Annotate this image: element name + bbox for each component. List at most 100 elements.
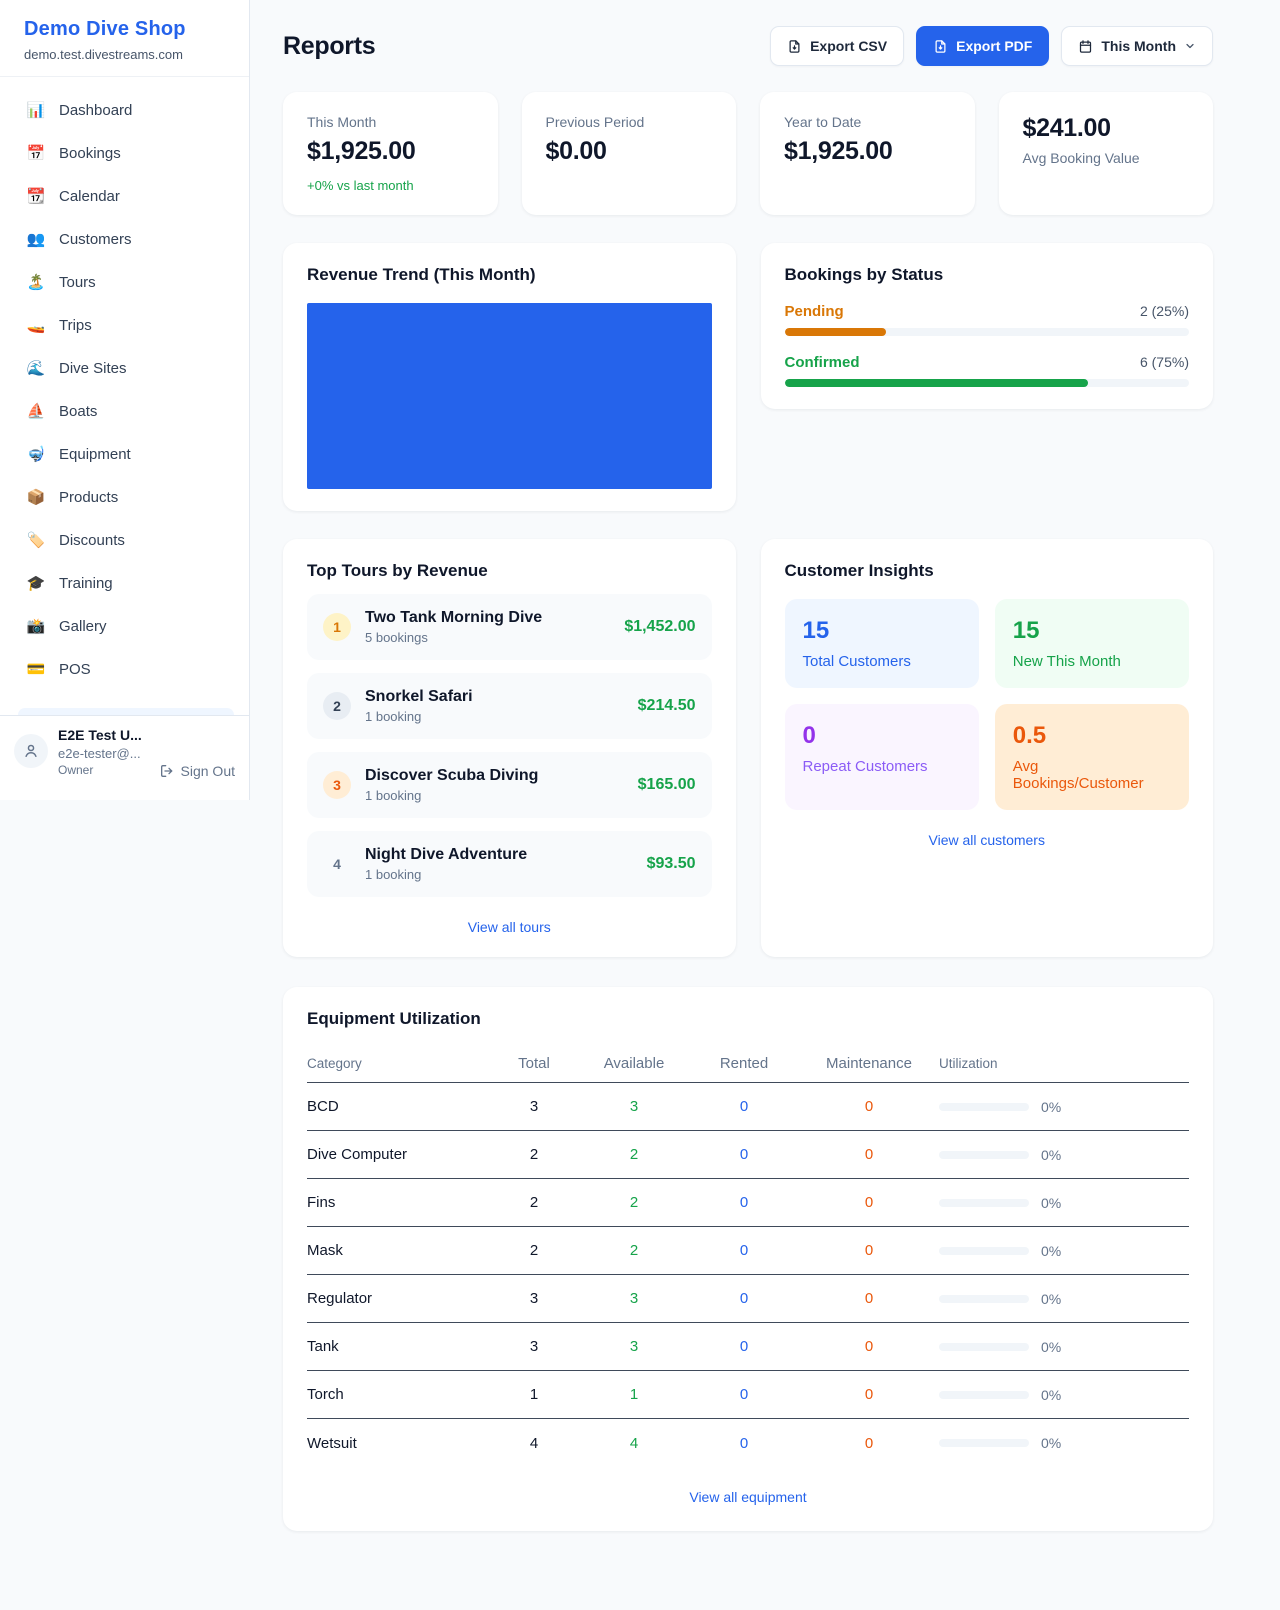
cell-rented: 0 — [689, 1290, 799, 1307]
period-dropdown[interactable]: This Month — [1061, 26, 1213, 66]
gallery-icon: 📸 — [26, 617, 46, 635]
revenue-trend-card: Revenue Trend (This Month) — [283, 243, 736, 511]
sidebar-item-dashboard[interactable]: 📊Dashboard — [12, 91, 237, 129]
cell-total: 3 — [489, 1338, 579, 1355]
cell-rented: 0 — [689, 1146, 799, 1163]
sidebar-item-label: Dashboard — [59, 102, 132, 119]
trips-icon: 🚤 — [26, 316, 46, 334]
rank-badge: 3 — [323, 771, 351, 799]
cell-maintenance: 0 — [799, 1290, 939, 1307]
discounts-icon: 🏷️ — [26, 531, 46, 549]
cell-available: 3 — [579, 1098, 689, 1115]
customer-insights-card: Customer Insights 15 Total Customers 15 … — [761, 539, 1214, 957]
shop-domain: demo.test.divestreams.com — [24, 47, 225, 62]
progress-track — [785, 379, 1190, 387]
sidebar-item-gallery[interactable]: 📸Gallery — [12, 607, 237, 645]
tour-row: 1 Two Tank Morning Dive 5 bookings $1,45… — [307, 594, 712, 660]
sidebar-item-training[interactable]: 🎓Training — [12, 564, 237, 602]
insight-tile-avg-bookings: 0.5 Avg Bookings/Customer — [995, 704, 1189, 810]
tour-bookings: 1 booking — [365, 788, 624, 803]
view-all-customers-link[interactable]: View all customers — [785, 832, 1190, 848]
sidebar-item-calendar[interactable]: 📆Calendar — [12, 177, 237, 215]
stat-value: $241.00 — [1023, 114, 1190, 143]
sidebar-item-label: Trips — [59, 317, 92, 334]
top-tours-title: Top Tours by Revenue — [307, 561, 712, 581]
main-content: Reports Export CSV Export PDF This Month — [250, 0, 1280, 1571]
cell-total: 4 — [489, 1435, 579, 1452]
sidebar-item-dive-sites[interactable]: 🌊Dive Sites — [12, 349, 237, 387]
insight-label: Total Customers — [803, 653, 961, 670]
stat-value: $0.00 — [546, 137, 713, 166]
sidebar-item-boats[interactable]: ⛵Boats — [12, 392, 237, 430]
boats-icon: ⛵ — [26, 402, 46, 420]
sidebar-item-label: Equipment — [59, 446, 131, 463]
insight-tile-total-customers: 15 Total Customers — [785, 599, 979, 688]
status-row-confirmed: Confirmed 6 (75%) — [785, 354, 1190, 387]
sign-out-button[interactable]: Sign Out — [159, 750, 235, 792]
col-total: Total — [489, 1055, 579, 1072]
sidebar-item-reports-active[interactable] — [18, 708, 234, 715]
cell-available: 2 — [579, 1242, 689, 1259]
tour-revenue: $165.00 — [638, 776, 696, 794]
insight-tile-new-this-month: 15 New This Month — [995, 599, 1189, 688]
stat-card-previous-period: Previous Period $0.00 — [522, 92, 737, 215]
export-pdf-button[interactable]: Export PDF — [916, 26, 1049, 66]
cell-category: Torch — [307, 1386, 489, 1403]
stat-delta: +0% vs last month — [307, 178, 474, 193]
sidebar-item-trips[interactable]: 🚤 Trips — [12, 306, 237, 344]
calendar-icon — [1078, 39, 1093, 54]
insight-value: 0.5 — [1013, 722, 1171, 750]
col-available: Available — [579, 1055, 689, 1072]
sign-out-label: Sign Out — [181, 763, 235, 779]
cell-rented: 0 — [689, 1098, 799, 1115]
insight-label: New This Month — [1013, 653, 1171, 670]
sidebar-item-equipment[interactable]: 🤿Equipment — [12, 435, 237, 473]
stat-card-this-month: This Month $1,925.00 +0% vs last month — [283, 92, 498, 215]
sidebar-nav: 📊Dashboard 📅Bookings 📆Calendar 👥 Customer… — [0, 77, 249, 688]
utilization-bar — [939, 1439, 1029, 1447]
view-all-tours-link[interactable]: View all tours — [307, 919, 712, 935]
tour-name: Two Tank Morning Dive — [365, 609, 610, 627]
sidebar-item-tours[interactable]: 🏝️Tours — [12, 263, 237, 301]
sidebar-item-discounts[interactable]: 🏷️Discounts — [12, 521, 237, 559]
sidebar-item-customers[interactable]: 👥 Customers — [12, 220, 237, 258]
sidebar-item-label: Customers — [59, 231, 132, 248]
sidebar-item-label: POS — [59, 661, 91, 678]
sidebar-item-pos[interactable]: 💳 POS — [12, 650, 237, 688]
equipment-utilization-card: Equipment Utilization Category Total Ava… — [283, 987, 1213, 1531]
cell-available: 1 — [579, 1386, 689, 1403]
tour-revenue: $214.50 — [638, 697, 696, 715]
person-icon — [22, 742, 40, 760]
table-row: Wetsuit 4 4 0 0 0% — [307, 1419, 1189, 1467]
sidebar-item-label: Tours — [59, 274, 96, 291]
progress-track — [785, 328, 1190, 336]
cell-maintenance: 0 — [799, 1386, 939, 1403]
sidebar-item-products[interactable]: 📦Products — [12, 478, 237, 516]
file-icon — [787, 39, 802, 54]
insight-tile-repeat-customers: 0 Repeat Customers — [785, 704, 979, 810]
table-header-row: Category Total Available Rented Maintena… — [307, 1045, 1189, 1083]
cell-category: Wetsuit — [307, 1435, 489, 1452]
cell-category: Dive Computer — [307, 1146, 489, 1163]
file-icon — [933, 39, 948, 54]
insight-label: Repeat Customers — [803, 758, 961, 775]
utilization-bar — [939, 1247, 1029, 1255]
status-row-pending: Pending 2 (25%) — [785, 303, 1190, 336]
cell-utilization: 0% — [1041, 1291, 1061, 1307]
cell-available: 3 — [579, 1290, 689, 1307]
table-row: Dive Computer 2 2 0 0 0% — [307, 1131, 1189, 1179]
view-all-equipment-link[interactable]: View all equipment — [307, 1489, 1189, 1505]
tour-row: 3 Discover Scuba Diving 1 booking $165.0… — [307, 752, 712, 818]
pos-icon: 💳 — [26, 660, 46, 678]
table-row: Tank 3 3 0 0 0% — [307, 1323, 1189, 1371]
cell-maintenance: 0 — [799, 1338, 939, 1355]
table-row: Regulator 3 3 0 0 0% — [307, 1275, 1189, 1323]
tour-row: 4 Night Dive Adventure 1 booking $93.50 — [307, 831, 712, 897]
cell-available: 4 — [579, 1435, 689, 1452]
cell-category: BCD — [307, 1098, 489, 1115]
customers-icon: 👥 — [26, 230, 46, 248]
sidebar-item-bookings[interactable]: 📅Bookings — [12, 134, 237, 172]
rank-badge: 2 — [323, 692, 351, 720]
cell-maintenance: 0 — [799, 1242, 939, 1259]
export-csv-button[interactable]: Export CSV — [770, 26, 904, 66]
